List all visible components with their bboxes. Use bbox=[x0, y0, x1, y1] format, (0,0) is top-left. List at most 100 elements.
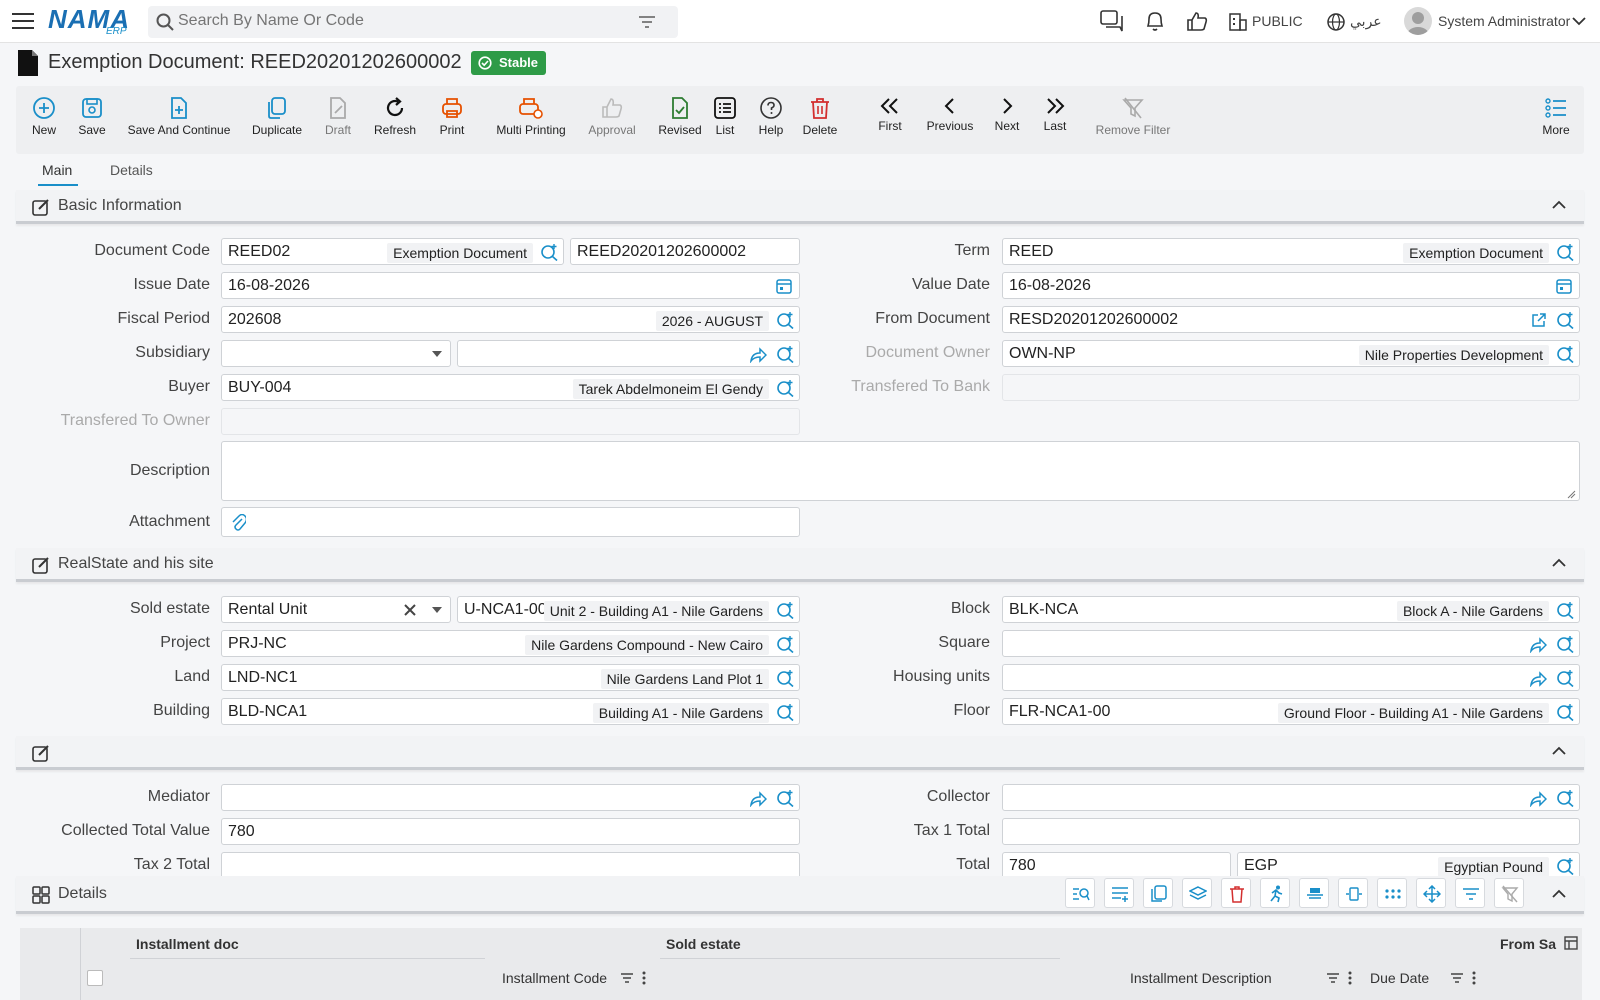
grid-add-row-button[interactable] bbox=[1104, 878, 1134, 908]
document-number-field[interactable]: REED20201202600002 bbox=[570, 238, 800, 265]
grid-dots-button[interactable] bbox=[1377, 878, 1407, 908]
column-filter-icon[interactable] bbox=[1450, 972, 1464, 984]
lookup-search-icon[interactable] bbox=[776, 635, 794, 653]
paperclip-icon[interactable] bbox=[230, 514, 246, 532]
attachment-field[interactable] bbox=[221, 507, 800, 537]
next-button[interactable]: Next bbox=[993, 86, 1021, 154]
save-continue-button[interactable]: Save And Continue bbox=[126, 86, 232, 154]
column-due-date[interactable]: Due Date bbox=[1370, 970, 1429, 986]
column-filter-icon[interactable] bbox=[620, 972, 634, 984]
draft-button[interactable]: Draft bbox=[322, 86, 354, 154]
currency-field[interactable]: EGP Egyptian Pound bbox=[1237, 852, 1580, 879]
grid-filter-button[interactable] bbox=[1455, 878, 1485, 908]
hamburger-menu-icon[interactable] bbox=[12, 12, 34, 30]
lookup-search-icon[interactable] bbox=[1556, 635, 1574, 653]
column-menu-icon[interactable] bbox=[1348, 971, 1352, 985]
clear-icon[interactable] bbox=[404, 604, 416, 616]
building-field[interactable]: BLD-NCA1 Building A1 - Nile Gardens bbox=[221, 698, 800, 725]
revised-button[interactable]: Revised bbox=[654, 86, 706, 154]
share-arrow-icon[interactable] bbox=[1529, 637, 1547, 653]
notification-bell-icon[interactable] bbox=[1144, 10, 1166, 32]
column-menu-icon[interactable] bbox=[642, 971, 646, 985]
sold-estate-type-select[interactable]: Rental Unit bbox=[221, 596, 451, 623]
globe-icon[interactable] bbox=[1326, 12, 1346, 32]
thumbs-up-icon[interactable] bbox=[1186, 10, 1208, 32]
resize-handle-icon[interactable] bbox=[1567, 490, 1576, 499]
section-basic-information[interactable]: Basic Information bbox=[16, 190, 1584, 224]
column-chooser-icon[interactable] bbox=[1564, 936, 1578, 950]
grid-remove-filter-button[interactable] bbox=[1494, 878, 1524, 908]
buyer-field[interactable]: BUY-004 Tarek Abdelmoneim El Gendy bbox=[221, 374, 800, 401]
collected-total-field[interactable]: 780 bbox=[221, 818, 800, 845]
subsidiary-field[interactable] bbox=[457, 340, 800, 367]
value-date-field[interactable]: 16-08-2026 bbox=[1002, 272, 1580, 299]
open-external-icon[interactable] bbox=[1531, 312, 1547, 328]
language-toggle[interactable]: عربي bbox=[1350, 13, 1382, 30]
grid-delete-button[interactable] bbox=[1221, 878, 1251, 908]
mediator-field[interactable] bbox=[221, 784, 800, 811]
lookup-search-icon[interactable] bbox=[776, 379, 794, 397]
more-button[interactable]: More bbox=[1540, 86, 1572, 154]
branch-label[interactable]: PUBLIC bbox=[1252, 13, 1303, 29]
lookup-search-icon[interactable] bbox=[1556, 311, 1574, 329]
grid-search-button[interactable] bbox=[1065, 878, 1095, 908]
subsidiary-type-select[interactable] bbox=[221, 340, 451, 367]
filter-icon[interactable] bbox=[638, 15, 656, 29]
lookup-search-icon[interactable] bbox=[1556, 345, 1574, 363]
grid-run-button[interactable] bbox=[1260, 878, 1290, 908]
column-installment-code[interactable]: Installment Code bbox=[502, 970, 607, 986]
grid-move-button[interactable] bbox=[1416, 878, 1446, 908]
block-field[interactable]: BLK-NCA Block A - Nile Gardens bbox=[1002, 596, 1580, 623]
select-all-checkbox[interactable] bbox=[87, 970, 103, 986]
chevron-up-icon[interactable] bbox=[1552, 200, 1566, 210]
last-button[interactable]: Last bbox=[1042, 86, 1068, 154]
help-button[interactable]: Help bbox=[758, 86, 784, 154]
tax1-total-field[interactable] bbox=[1002, 818, 1580, 845]
share-arrow-icon[interactable] bbox=[749, 791, 767, 807]
share-arrow-icon[interactable] bbox=[1529, 791, 1547, 807]
housing-units-field[interactable] bbox=[1002, 664, 1580, 691]
lookup-search-icon[interactable] bbox=[776, 669, 794, 687]
first-button[interactable]: First bbox=[878, 86, 902, 154]
multi-printing-button[interactable]: Multi Printing bbox=[492, 86, 570, 154]
sold-estate-field[interactable]: U-NCA1-00 Unit 2 - Building A1 - Nile Ga… bbox=[457, 596, 800, 623]
calendar-icon[interactable] bbox=[776, 278, 792, 294]
share-arrow-icon[interactable] bbox=[749, 347, 767, 363]
square-field[interactable] bbox=[1002, 630, 1580, 657]
column-filter-icon[interactable] bbox=[1326, 972, 1340, 984]
from-document-field[interactable]: RESD20201202600002 bbox=[1002, 306, 1580, 333]
lookup-search-icon[interactable] bbox=[1556, 703, 1574, 721]
save-button[interactable]: Save bbox=[74, 86, 110, 154]
tab-main[interactable]: Main bbox=[42, 162, 72, 178]
lookup-search-icon[interactable] bbox=[776, 789, 794, 807]
lookup-search-icon[interactable] bbox=[1556, 669, 1574, 687]
search-input[interactable] bbox=[178, 12, 638, 30]
dropdown-arrow-icon[interactable] bbox=[432, 607, 442, 613]
lookup-search-icon[interactable] bbox=[776, 345, 794, 363]
tab-details[interactable]: Details bbox=[110, 162, 153, 178]
list-button[interactable]: List bbox=[712, 86, 738, 154]
fiscal-period-field[interactable]: 202608 2026 - AUGUST bbox=[221, 306, 800, 333]
duplicate-button[interactable]: Duplicate bbox=[251, 86, 303, 154]
tax2-total-field[interactable] bbox=[221, 852, 800, 879]
avatar[interactable] bbox=[1404, 7, 1432, 35]
lookup-search-icon[interactable] bbox=[1556, 243, 1574, 261]
grid-fit-button[interactable] bbox=[1338, 878, 1368, 908]
approval-button[interactable]: Approval bbox=[586, 86, 638, 154]
floor-field[interactable]: FLR-NCA1-00 Ground Floor - Building A1 -… bbox=[1002, 698, 1580, 725]
print-button[interactable]: Print bbox=[436, 86, 468, 154]
delete-button[interactable]: Delete bbox=[802, 86, 838, 154]
remove-filter-button[interactable]: Remove Filter bbox=[1094, 86, 1172, 154]
lookup-search-icon[interactable] bbox=[776, 601, 794, 619]
document-owner-field[interactable]: OWN-NP Nile Properties Development bbox=[1002, 340, 1580, 367]
chevron-down-icon[interactable] bbox=[1572, 16, 1586, 26]
column-installment-description[interactable]: Installment Description bbox=[1130, 970, 1272, 986]
land-field[interactable]: LND-NC1 Nile Gardens Land Plot 1 bbox=[221, 664, 800, 691]
lookup-search-icon[interactable] bbox=[776, 311, 794, 329]
section-totals[interactable] bbox=[16, 736, 1584, 770]
project-field[interactable]: PRJ-NC Nile Gardens Compound - New Cairo bbox=[221, 630, 800, 657]
grid-group-button[interactable] bbox=[1299, 878, 1329, 908]
lookup-search-icon[interactable] bbox=[1556, 789, 1574, 807]
description-textarea[interactable] bbox=[221, 441, 1580, 501]
user-name[interactable]: System Administrator bbox=[1438, 13, 1570, 29]
